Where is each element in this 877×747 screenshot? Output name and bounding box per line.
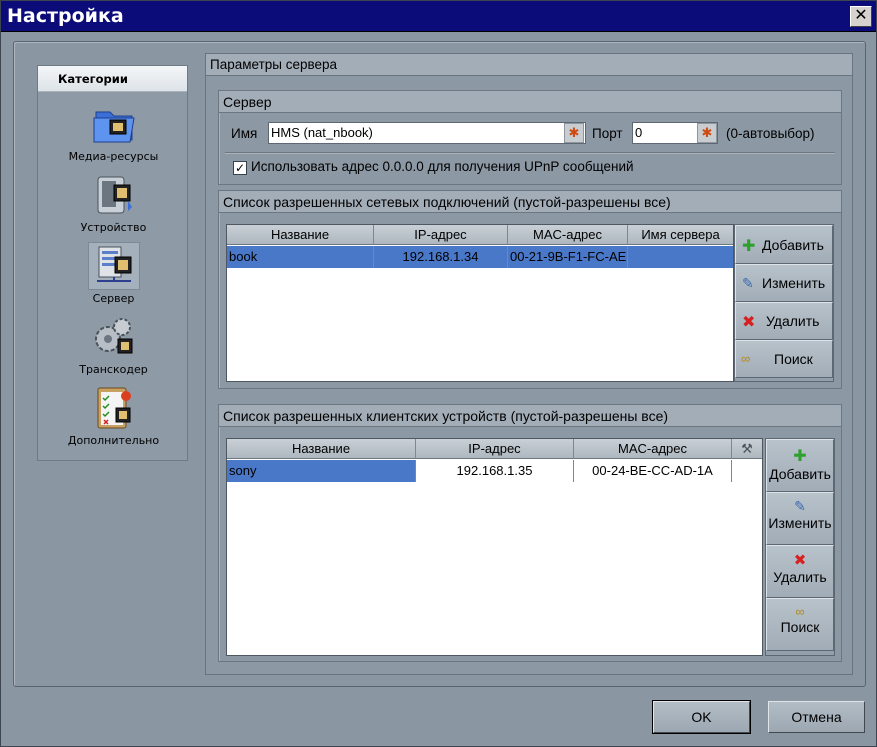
category-transcoder[interactable]: Транскодер — [38, 313, 189, 376]
cell-name: book — [227, 246, 374, 268]
clipboard-checklist-icon — [88, 384, 140, 432]
title-bar: Настройка ✕ — [1, 1, 876, 32]
devices-table-header: Название IP-адрес MAC-адрес ⚒ — [227, 439, 762, 459]
column-header-mac[interactable]: MAC-адрес — [508, 225, 628, 245]
plus-icon: ✚ — [742, 238, 756, 255]
ok-button[interactable]: OK — [652, 700, 751, 734]
connections-table-header: Название IP-адрес MAC-адрес Имя сервера — [227, 225, 733, 245]
cell-server-name — [628, 246, 733, 268]
categories-panel: Категории Медиа-ресурсы Устройство Серве… — [37, 65, 188, 461]
connections-delete-label: Удалить — [766, 313, 820, 329]
devices-delete-label: Удалить — [773, 569, 827, 585]
plus-icon: ✚ — [793, 448, 807, 465]
connections-edit-button[interactable]: ✎ Изменить — [735, 264, 833, 302]
delete-x-icon: ✖ — [742, 314, 756, 331]
tools-icon[interactable]: ⚒ — [732, 439, 762, 459]
lifebuoy-icon: ✱ — [568, 125, 580, 140]
window-title: Настройка — [7, 5, 124, 27]
checkmark-icon: ✓ — [234, 161, 246, 175]
port-label: Порт — [592, 126, 623, 141]
server-group: Сервер Имя HMS (nat_nbook) ✱ Порт 0 ✱ (0… — [218, 90, 842, 185]
upnp-checkbox[interactable]: ✓ — [233, 161, 247, 175]
categories-header: Категории — [38, 66, 187, 92]
cell-mac: 00-21-9B-F1-FC-AE — [508, 246, 628, 268]
devices-group-title: Список разрешенных клиентских устройств … — [219, 405, 841, 427]
column-header-server-name[interactable]: Имя сервера — [628, 225, 733, 245]
connections-group: Список разрешенных сетевых подключений (… — [218, 190, 842, 389]
devices-table: Название IP-адрес MAC-адрес ⚒ sony 192.1… — [226, 438, 763, 656]
server-settings-panel: Параметры сервера Сервер Имя HMS (nat_nb… — [205, 53, 853, 675]
binoculars-icon: ∞ — [795, 604, 805, 619]
column-header-name[interactable]: Название — [227, 225, 374, 245]
port-hint: (0-автовыбор) — [726, 126, 815, 141]
cell-settings — [732, 460, 762, 482]
devices-add-label: Добавить — [769, 466, 831, 482]
port-lifebuoy-button[interactable]: ✱ — [697, 123, 717, 143]
category-media[interactable]: Медиа-ресурсы — [38, 100, 189, 163]
table-row[interactable]: sony 192.168.1.35 00-24-BE-CC-AD-1A — [227, 460, 762, 482]
delete-x-icon: ✖ — [793, 552, 807, 569]
category-advanced[interactable]: Дополнительно — [38, 384, 189, 447]
server-group-title: Сервер — [219, 91, 841, 113]
cell-ip: 192.168.1.34 — [374, 246, 508, 268]
lifebuoy-icon: ✱ — [701, 125, 713, 140]
binoculars-icon: ∞ — [741, 351, 751, 366]
media-folder-icon — [88, 100, 140, 148]
connections-add-label: Добавить — [762, 237, 824, 253]
devices-button-stack: ✚ Добавить ✎ Изменить ✖ Удалить ∞ Поиск — [765, 438, 835, 656]
edit-icon: ✎ — [794, 498, 806, 514]
transcoder-gear-icon — [88, 313, 140, 361]
server-icon — [87, 242, 140, 290]
close-icon: ✕ — [854, 7, 868, 24]
cancel-button[interactable]: Отмена — [768, 701, 865, 733]
name-lifebuoy-button[interactable]: ✱ — [564, 123, 584, 143]
category-device[interactable]: Устройство — [38, 171, 189, 234]
settings-window: Настройка ✕ Категории Медиа-ресурсы Устр… — [0, 0, 877, 747]
devices-group: Список разрешенных клиентских устройств … — [218, 404, 842, 662]
upnp-label: Использовать адрес 0.0.0.0 для получения… — [251, 159, 634, 174]
connections-edit-label: Изменить — [762, 275, 826, 291]
devices-edit-button[interactable]: ✎ Изменить — [766, 492, 834, 545]
category-server-label: Сервер — [92, 292, 135, 305]
devices-add-button[interactable]: ✚ Добавить — [766, 439, 834, 492]
server-name-input[interactable]: HMS (nat_nbook) — [268, 122, 586, 144]
connections-search-button[interactable]: ∞ Поиск — [735, 340, 833, 378]
edit-icon: ✎ — [742, 275, 754, 291]
close-button[interactable]: ✕ — [850, 6, 872, 27]
category-transcoder-label: Транскодер — [79, 363, 148, 376]
devices-delete-button[interactable]: ✖ Удалить — [766, 545, 834, 598]
cell-name: sony — [227, 460, 416, 482]
device-icon — [88, 171, 140, 219]
column-header-mac[interactable]: MAC-адрес — [574, 439, 732, 459]
cell-ip: 192.168.1.35 — [416, 460, 574, 482]
connections-group-title: Список разрешенных сетевых подключений (… — [219, 191, 841, 213]
connections-search-label: Поиск — [774, 351, 813, 367]
category-server[interactable]: Сервер — [38, 242, 189, 305]
category-media-label: Медиа-ресурсы — [68, 150, 159, 163]
connections-delete-button[interactable]: ✖ Удалить — [735, 302, 833, 340]
connections-table: Название IP-адрес MAC-адрес Имя сервера … — [226, 224, 734, 382]
connections-add-button[interactable]: ✚ Добавить — [735, 225, 833, 264]
divider — [225, 152, 835, 153]
connections-button-stack: ✚ Добавить ✎ Изменить ✖ Удалить ∞ Поиск — [734, 224, 834, 382]
devices-search-label: Поиск — [780, 619, 820, 635]
column-header-ip[interactable]: IP-адрес — [416, 439, 574, 459]
devices-search-button[interactable]: ∞ Поиск — [766, 598, 834, 651]
panel-title: Параметры сервера — [206, 54, 852, 76]
column-header-name[interactable]: Название — [227, 439, 416, 459]
category-advanced-label: Дополнительно — [67, 434, 160, 447]
category-device-label: Устройство — [80, 221, 147, 234]
name-label: Имя — [231, 126, 258, 141]
devices-edit-label: Изменить — [768, 515, 832, 531]
cell-mac: 00-24-BE-CC-AD-1A — [574, 460, 732, 482]
table-row[interactable]: book 192.168.1.34 00-21-9B-F1-FC-AE — [227, 246, 733, 268]
column-header-ip[interactable]: IP-адрес — [374, 225, 508, 245]
